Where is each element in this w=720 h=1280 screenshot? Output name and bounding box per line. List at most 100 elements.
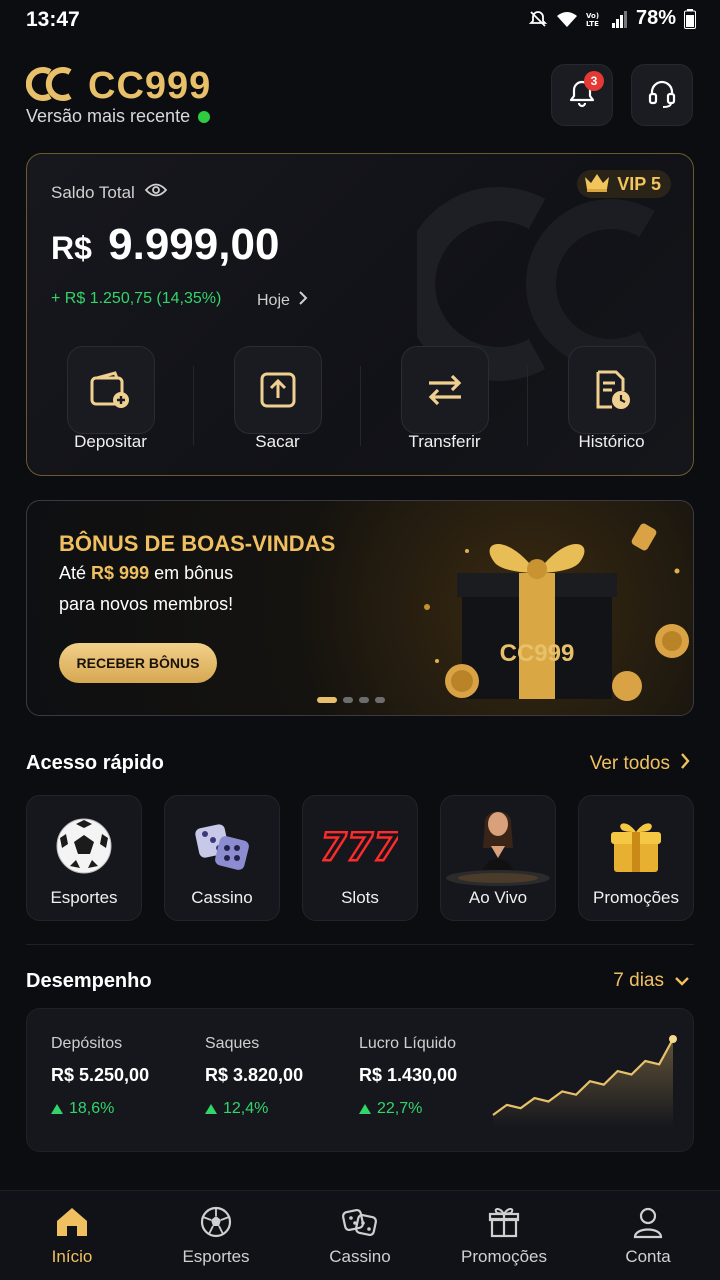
chevron-down-icon (674, 970, 690, 992)
notification-badge: 3 (584, 71, 604, 91)
gift-box-icon (611, 823, 661, 872)
nav-home[interactable]: Início (0, 1191, 144, 1280)
sparkline-area (493, 1039, 673, 1127)
transfer-button[interactable]: Transferir (361, 346, 528, 464)
welcome-bonus-banner[interactable]: CC999 BÔNUS DE BOAS-VINDAS Até R$ 999 em… (26, 500, 694, 716)
nav-sports[interactable]: Esportes (144, 1191, 288, 1280)
arrow-up-icon (205, 1104, 217, 1114)
quick-live[interactable]: Ao Vivo (440, 795, 556, 921)
sparkline-endpoint (669, 1035, 677, 1043)
nav-home-label: Início (51, 1247, 93, 1266)
quick-promotions-label: Promoções (593, 888, 679, 907)
quick-sports[interactable]: Esportes (26, 795, 142, 921)
withdraw-button[interactable]: Sacar (194, 346, 361, 464)
dice-icon (195, 824, 249, 870)
support-button[interactable] (631, 64, 693, 126)
dice-icon (341, 1208, 378, 1237)
metric-deposits: Depósitos R$ 5.250,00 18,6% (51, 1035, 149, 1118)
banner-line2: para novos membros! (59, 594, 234, 614)
banner-line1: Até R$ 999 em bônus (59, 563, 234, 583)
status-icons: Vo) LTE 78% (528, 7, 696, 30)
balance-change: + R$ 1.250,75 (14,35%) (51, 290, 222, 307)
balance-amount: 9.999,00 (108, 220, 280, 269)
quick-access-title: Acesso rápido (26, 752, 164, 774)
history-button[interactable]: Histórico (528, 346, 693, 464)
carousel-dot[interactable] (317, 697, 337, 703)
metric-value: R$ 3.820,00 (205, 1065, 304, 1085)
nav-promotions[interactable]: Promoções (432, 1191, 576, 1280)
quick-promotions[interactable]: Promoções (578, 795, 694, 921)
period-dropdown-label: 7 dias (613, 970, 664, 991)
vip-badge[interactable]: VIP 5 (577, 170, 671, 198)
status-bar: 13:47 Vo) LTE 78% (0, 0, 720, 40)
upload-icon (233, 346, 322, 434)
nav-account-label: Conta (625, 1247, 671, 1266)
nav-casino-label: Cassino (329, 1247, 391, 1266)
gift-icon (488, 1208, 520, 1238)
nav-casino[interactable]: Cassino (288, 1191, 432, 1280)
slots-777-icon: 777 (322, 824, 398, 868)
logo-text: CC999 (88, 65, 212, 107)
svg-text:LTE: LTE (586, 20, 599, 28)
gift-box-label: CC999 (500, 640, 575, 667)
period-selector[interactable]: Hoje (257, 290, 308, 311)
soccer-ball-icon (56, 818, 112, 874)
mute-icon (528, 9, 548, 29)
deposit-button[interactable]: Depositar (27, 346, 194, 464)
app-logo: CC999 (25, 64, 212, 109)
quick-sports-label: Esportes (50, 888, 118, 907)
balance-actions: Depositar Sacar Transferir Histórico (27, 346, 693, 464)
carousel-dot[interactable] (343, 697, 353, 703)
carousel-dot[interactable] (359, 697, 369, 703)
deposit-label: Depositar (74, 432, 147, 451)
signal-icon (611, 10, 628, 28)
volte-icon: Vo) LTE (586, 10, 604, 28)
quick-casino[interactable]: Cassino (164, 795, 280, 921)
metric-label: Lucro Líquido (359, 1035, 456, 1052)
balance-card: Saldo Total VIP 5 R$ 9.999,00 + R$ 1.250… (26, 153, 694, 476)
nav-sports-label: Esportes (182, 1247, 250, 1266)
nav-promotions-label: Promoções (461, 1247, 547, 1266)
claim-bonus-button[interactable]: RECEBER BÔNUS (59, 643, 217, 683)
home-icon (57, 1208, 87, 1236)
see-all-link[interactable]: Ver todos (590, 752, 690, 776)
quick-slots[interactable]: 777 Slots (302, 795, 418, 921)
transfer-label: Transferir (408, 432, 481, 451)
balance-label-row: Saldo Total (51, 182, 168, 203)
eye-icon[interactable] (144, 182, 168, 203)
soccer-ball-icon (200, 1206, 232, 1238)
history-doc-icon (567, 346, 656, 434)
online-indicator (198, 110, 211, 123)
metric-value: R$ 1.430,00 (359, 1065, 458, 1085)
transfer-icon (400, 346, 489, 434)
metric-change: 12,4% (205, 1100, 303, 1118)
balance-amount-row: R$ 9.999,00 (51, 220, 279, 270)
period-dropdown[interactable]: 7 dias (613, 970, 690, 992)
metric-value: R$ 5.250,00 (51, 1065, 150, 1085)
carousel-dots (317, 697, 385, 703)
metric-label: Depósitos (51, 1035, 123, 1052)
history-label: Histórico (578, 432, 645, 451)
notifications-button[interactable]: 3 (551, 64, 613, 126)
nav-account[interactable]: Conta (576, 1191, 720, 1280)
performance-sparkline (492, 1035, 677, 1127)
wallet-plus-icon (66, 346, 155, 434)
period-label: Hoje (257, 291, 290, 309)
wifi-icon (556, 10, 578, 28)
live-dealer-icon (446, 811, 550, 886)
bonus-amount: R$ 999 (91, 563, 150, 583)
metric-change: 22,7% (359, 1100, 457, 1118)
status-time: 13:47 (26, 8, 80, 31)
version-text: Versão mais recente (26, 106, 191, 126)
cc-logo-icon (25, 64, 80, 109)
user-icon (633, 1207, 663, 1239)
quick-casino-label: Cassino (191, 888, 253, 907)
balance-label: Saldo Total (51, 182, 135, 202)
performance-card: Depósitos R$ 5.250,00 18,6% Saques R$ 3.… (26, 1008, 694, 1152)
gift-box-illustration: CC999 (424, 523, 689, 701)
metric-label: Saques (205, 1035, 260, 1052)
crown-icon (583, 171, 611, 198)
metric-net-profit: Lucro Líquido R$ 1.430,00 22,7% (359, 1035, 457, 1118)
carousel-dot[interactable] (375, 697, 385, 703)
section-divider (26, 944, 694, 945)
